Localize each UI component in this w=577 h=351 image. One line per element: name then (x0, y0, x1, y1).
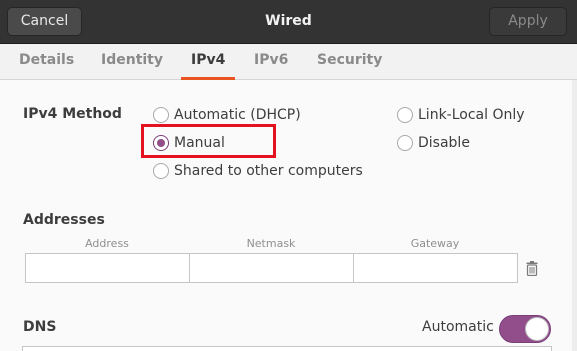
radio-indicator (397, 107, 413, 123)
netmask-input[interactable] (189, 253, 354, 283)
column-gateway: Gateway (410, 237, 460, 250)
address-input[interactable] (25, 253, 190, 283)
tab-bar: Details Identity IPv4 IPv6 Security (0, 44, 577, 80)
radio-indicator (153, 163, 169, 179)
addresses-label: Addresses (23, 212, 105, 228)
column-netmask: Netmask (246, 237, 296, 250)
radio-indicator (397, 135, 413, 151)
radio-shared[interactable]: Shared to other computers (153, 161, 363, 181)
apply-button[interactable]: Apply (489, 7, 567, 36)
dns-servers-input[interactable] (22, 346, 552, 351)
radio-automatic-dhcp[interactable]: Automatic (DHCP) (153, 105, 301, 125)
header-bar: Wired Cancel Apply (0, 0, 577, 44)
radio-link-local[interactable]: Link-Local Only (397, 105, 525, 125)
tab-ipv4[interactable]: IPv4 (180, 44, 236, 80)
tab-identity[interactable]: Identity (101, 44, 163, 80)
dns-label: DNS (23, 319, 57, 335)
radio-label: Disable (418, 135, 470, 151)
tab-ipv6[interactable]: IPv6 (254, 44, 288, 80)
radio-label: Automatic (DHCP) (174, 107, 301, 123)
scrollbar-track[interactable] (572, 80, 577, 351)
tab-details[interactable]: Details (19, 44, 74, 80)
toggle-knob (525, 317, 549, 341)
radio-label: Link-Local Only (418, 107, 525, 123)
radio-indicator (153, 107, 169, 123)
tab-security[interactable]: Security (317, 44, 382, 80)
delete-address-button[interactable] (518, 253, 546, 283)
column-address: Address (85, 237, 129, 250)
dns-automatic-toggle[interactable] (499, 315, 551, 343)
gateway-input[interactable] (353, 253, 518, 283)
radio-label: Shared to other computers (174, 163, 363, 179)
trash-icon (526, 260, 538, 276)
cancel-button[interactable]: Cancel (7, 7, 82, 36)
ipv4-method-label: IPv4 Method (23, 106, 122, 122)
radio-disable[interactable]: Disable (397, 133, 470, 153)
highlight-annotation (141, 124, 276, 158)
dns-automatic-label: Automatic (422, 319, 494, 335)
